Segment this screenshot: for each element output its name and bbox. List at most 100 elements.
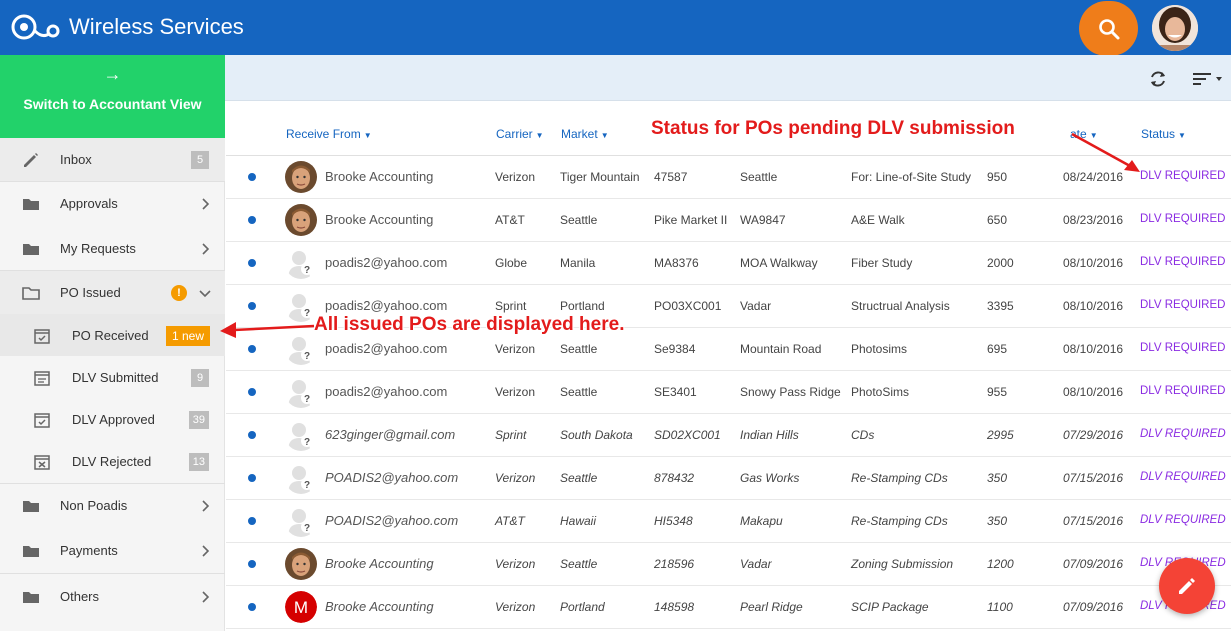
chevron-right-icon (202, 500, 210, 512)
cell-amount: 695 (987, 342, 1008, 356)
chevron-right-icon (202, 243, 210, 255)
unknown-user-icon: ? (285, 376, 317, 408)
table-row[interactable]: ? poadis2@yahoo.com Verizon Seattle SE3401 Sn… (226, 371, 1231, 414)
cell-site: MOA Walkway (740, 256, 818, 270)
sidebar-item-dlv-approved[interactable]: DLV Approved 39 (0, 398, 225, 440)
cell-amount: 350 (987, 471, 1008, 485)
sidebar-item-po-issued[interactable]: PO Issued ! (0, 271, 225, 315)
cell-from: poadis2@yahoo.com (325, 298, 448, 313)
unread-dot-icon (248, 517, 256, 525)
table-row[interactable]: Brooke Accounting AT&T Seattle Pike Market … (226, 199, 1231, 242)
cell-amount: 1100 (987, 600, 1013, 614)
search-button[interactable] (1079, 1, 1138, 56)
svg-text:?: ? (304, 265, 310, 276)
sidebar-item-dlv-submitted[interactable]: DLV Submitted 9 (0, 356, 225, 398)
sidebar-item-label: DLV Rejected (72, 454, 152, 469)
user-avatar[interactable] (1152, 5, 1198, 51)
unknown-user-icon: ? (285, 419, 317, 451)
cell-carrier: Verizon (495, 385, 536, 399)
unread-dot-icon (248, 216, 256, 224)
sort-icon[interactable] (1191, 68, 1225, 90)
cell-status: DLV REQUIRED (1140, 428, 1226, 440)
cell-from: Brooke Accounting (325, 556, 434, 571)
cell-po: 148598 (654, 600, 695, 614)
cell-amount: 3395 (987, 299, 1014, 313)
cell-carrier: Verizon (495, 557, 536, 571)
cell-market: South Dakota (560, 428, 633, 442)
sidebar-item-others[interactable]: Others (0, 575, 225, 619)
cell-desc: Zoning Submission (851, 557, 954, 571)
folder-icon (23, 244, 39, 255)
sidebar-item-inbox[interactable]: Inbox 5 (0, 138, 225, 182)
cell-status: DLV REQUIRED (1140, 170, 1226, 182)
cell-carrier: Globe (495, 256, 528, 270)
sidebar-item-non-poadis[interactable]: Non Poadis (0, 484, 225, 528)
table-row[interactable]: ? poadis2@yahoo.com Globe Manila MA8376 MOA W… (226, 242, 1231, 285)
user-photo-icon (1152, 5, 1198, 51)
svg-text:?: ? (304, 437, 310, 448)
count-badge: 13 (188, 453, 209, 471)
caret-down-icon: ▼ (1178, 131, 1186, 140)
svg-text:?: ? (304, 523, 310, 534)
sidebar-item-label: Approvals (60, 196, 118, 211)
sender-avatar-photo (285, 204, 317, 236)
cell-date: 07/09/2016 (1063, 557, 1124, 571)
cell-site: Seattle (740, 170, 778, 184)
cell-status: DLV REQUIRED (1140, 299, 1226, 311)
column-header-carrier[interactable]: Carrier ▼ (496, 127, 544, 141)
table-row[interactable]: Brooke Accounting Verizon Seattle 218596 Vad… (226, 543, 1231, 586)
unknown-user-icon: ? (285, 462, 317, 494)
calendar-list-icon (34, 371, 50, 386)
annotation-status-note: Status for POs pending DLV submission (651, 118, 1015, 139)
sidebar-item-po-received[interactable]: PO Received 1 new (0, 314, 225, 356)
header-label: Receive From (286, 127, 361, 141)
caret-down-icon: ▼ (600, 131, 609, 140)
cell-site: WA9847 (740, 213, 786, 227)
refresh-icon[interactable] (1147, 68, 1169, 90)
cell-from: POADIS2@yahoo.com (325, 513, 459, 528)
sidebar-item-payments[interactable]: Payments (0, 529, 225, 573)
svg-text:?: ? (304, 480, 310, 491)
cell-from: Brooke Accounting (325, 599, 434, 614)
search-icon (1098, 18, 1119, 39)
sender-avatar-photo (285, 161, 317, 193)
chevron-right-icon (202, 198, 210, 210)
cell-date: 08/10/2016 (1063, 385, 1124, 399)
unknown-user-icon: ? (285, 247, 317, 279)
unread-dot-icon (248, 345, 256, 353)
column-header-status[interactable]: Status ▼ (1141, 127, 1186, 141)
cell-site: Mountain Road (740, 342, 822, 356)
sender-avatar-photo (285, 548, 317, 580)
cell-date: 08/23/2016 (1063, 213, 1124, 227)
table-row[interactable]: ? POADIS2@yahoo.com Verizon Seattle 878432 Ga… (226, 457, 1231, 500)
cell-desc: Re-Stamping CDs (851, 514, 948, 528)
calendar-check-icon (34, 329, 50, 344)
sidebar-item-label: PO Issued (60, 285, 121, 300)
cell-po: MA8376 (654, 256, 699, 270)
cell-status: DLV REQUIRED (1140, 471, 1226, 483)
cell-market: Seattle (560, 385, 598, 399)
cell-desc: A&E Walk (851, 213, 905, 227)
cell-desc: Fiber Study (851, 256, 913, 270)
cell-status: DLV REQUIRED (1140, 514, 1226, 526)
cell-amount: 955 (987, 385, 1008, 399)
app-logo-icon (11, 14, 60, 40)
cell-desc: Photosims (851, 342, 908, 356)
cell-market: Tiger Mountain (560, 170, 640, 184)
column-header-market[interactable]: Market ▼ (561, 127, 609, 141)
sidebar-item-label: Inbox (60, 152, 92, 167)
table-row[interactable]: ? POADIS2@yahoo.com AT&T Hawaii HI5348 Makapu… (226, 500, 1231, 543)
count-badge: 9 (191, 369, 209, 387)
sidebar-item-my-requests[interactable]: My Requests (0, 227, 225, 271)
switch-view-button[interactable]: → Switch to Accountant View (0, 55, 225, 138)
table-row[interactable]: ? 623ginger@gmail.com Sprint South Dakota SD… (226, 414, 1231, 457)
cell-market: Hawaii (560, 514, 597, 528)
column-header-receive-from[interactable]: Receive From ▼ (286, 127, 372, 141)
table-row[interactable]: M Brooke Accounting Verizon Portland 148598 P… (226, 586, 1231, 629)
cell-po: Pike Market II (654, 213, 728, 227)
sidebar-item-dlv-rejected[interactable]: DLV Rejected 13 (0, 440, 225, 482)
cell-po: SD02XC001 (654, 428, 721, 442)
sidebar-item-approvals[interactable]: Approvals (0, 182, 225, 226)
compose-button[interactable] (1159, 558, 1215, 614)
svg-text:?: ? (304, 351, 310, 362)
